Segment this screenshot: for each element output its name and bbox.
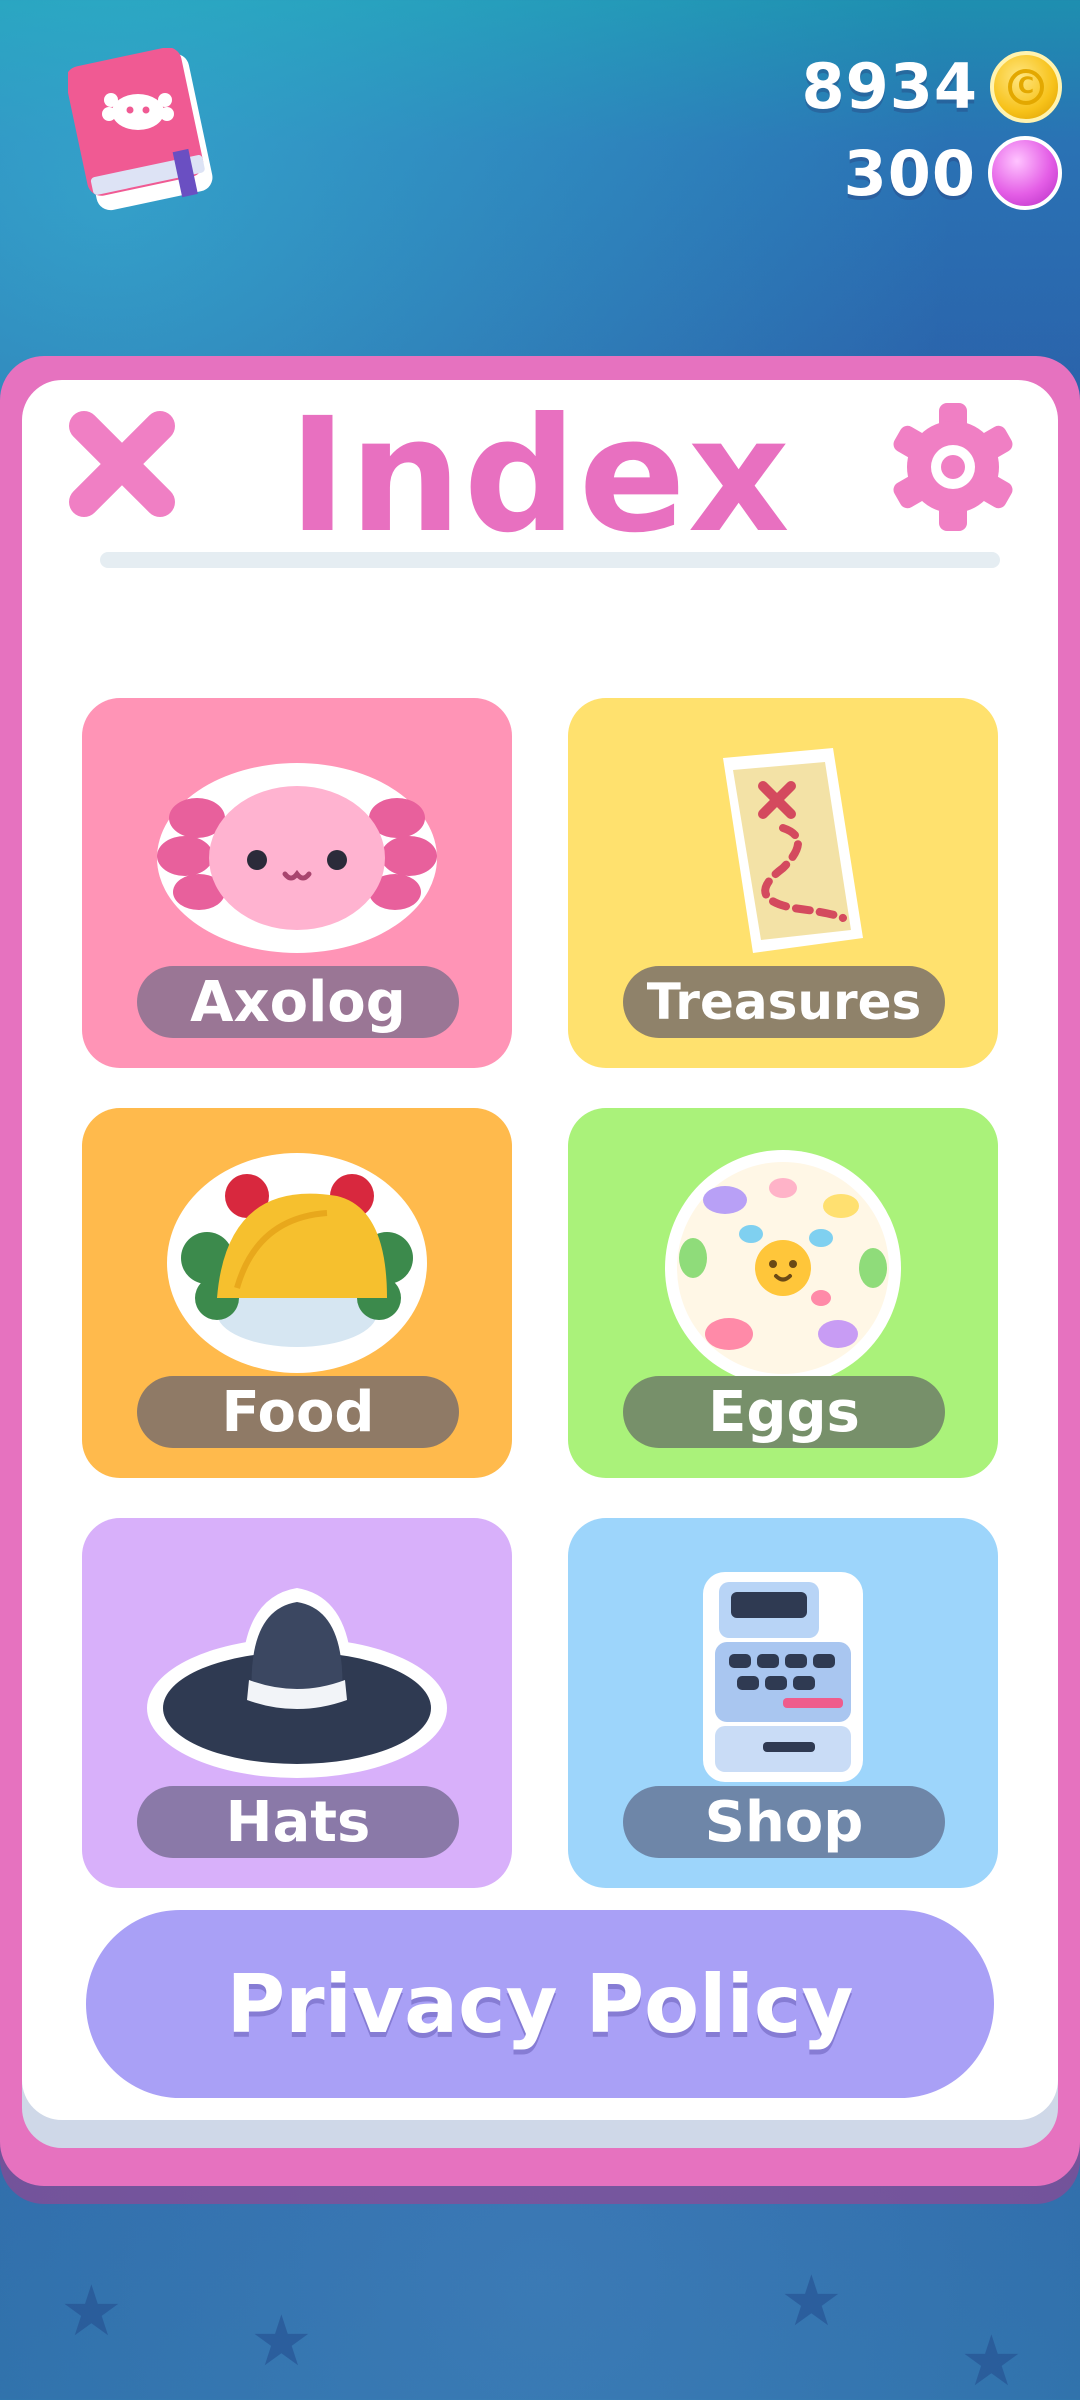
card-label-pill: Eggs	[623, 1376, 945, 1448]
egg-icon	[665, 1150, 901, 1378]
card-axolog[interactable]: Axolog	[82, 698, 512, 1068]
card-label: Shop	[704, 1789, 864, 1855]
index-book-icon[interactable]	[68, 48, 218, 218]
card-label: Hats	[225, 1789, 371, 1855]
gem-icon	[988, 136, 1062, 210]
card-label: Eggs	[708, 1379, 860, 1445]
taco-icon	[167, 1153, 427, 1373]
card-shop[interactable]: Shop	[568, 1518, 998, 1888]
card-label-pill: Shop	[623, 1786, 945, 1858]
title-divider	[100, 552, 1000, 568]
star-decoration: ★	[960, 2320, 1023, 2400]
card-eggs[interactable]: Eggs	[568, 1108, 998, 1478]
card-label-pill: Hats	[137, 1786, 459, 1858]
card-label: Food	[221, 1379, 375, 1445]
star-decoration: ★	[250, 2300, 313, 2382]
privacy-policy-label: Privacy Policy	[226, 1957, 854, 2051]
axolotl-icon	[157, 763, 437, 953]
card-label: Axolog	[190, 969, 406, 1035]
gem-counter: 300	[844, 136, 1062, 210]
coin-counter: 8934 C	[801, 50, 1062, 123]
star-decoration: ★	[780, 2260, 843, 2342]
card-label: Treasures	[646, 973, 922, 1031]
card-hats[interactable]: Hats	[82, 1518, 512, 1888]
privacy-policy-button[interactable]: Privacy Policy	[86, 1910, 994, 2098]
coin-symbol: C	[1008, 68, 1044, 105]
card-food[interactable]: Food	[82, 1108, 512, 1478]
card-label-pill: Food	[137, 1376, 459, 1448]
coin-icon: C	[990, 50, 1062, 123]
gem-count: 300	[843, 136, 976, 210]
gear-icon[interactable]	[886, 400, 1020, 534]
card-treasures[interactable]: Treasures	[568, 698, 998, 1068]
fedora-hat-icon	[147, 1588, 447, 1778]
treasure-map-icon	[723, 748, 863, 953]
star-decoration: ★	[60, 2270, 123, 2352]
coin-count: 8934	[801, 50, 978, 123]
cash-register-icon	[703, 1572, 863, 1782]
card-label-pill: Axolog	[137, 966, 459, 1038]
card-label-pill: Treasures	[623, 966, 945, 1038]
